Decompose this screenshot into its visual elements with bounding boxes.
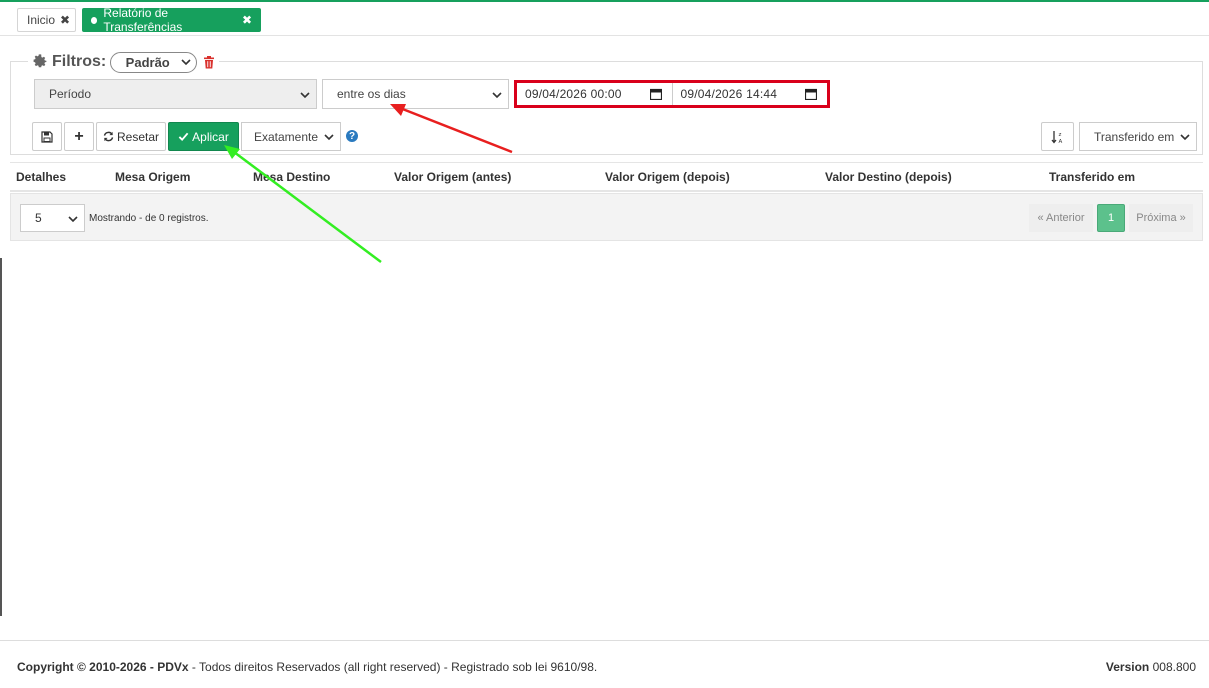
- chevron-down-icon: [181, 58, 191, 65]
- filter-field-value: Período: [49, 87, 92, 101]
- match-mode-value: Exatamente: [254, 129, 319, 144]
- page-size-select[interactable]: 5: [20, 204, 85, 232]
- column-header[interactable]: Valor Origem (depois): [605, 170, 730, 184]
- copyright-text: Copyright © 2010-2026 - PDVx - Todos dir…: [17, 660, 597, 674]
- date-from-input[interactable]: 09/04/2026 00:00: [517, 83, 673, 105]
- trash-icon[interactable]: [203, 55, 215, 69]
- filters-legend: Filtros: Padrão: [28, 51, 220, 73]
- sort-direction-button[interactable]: zA: [1041, 122, 1074, 151]
- copyright-bold: Copyright © 2010-2026 - PDVx: [17, 660, 189, 674]
- date-range-highlight: 09/04/2026 00:00 09/04/2026 14:44: [514, 80, 830, 108]
- match-mode-select[interactable]: Exatamente: [241, 122, 341, 151]
- reset-label: Resetar: [116, 129, 160, 144]
- apply-label: Aplicar: [192, 129, 229, 144]
- tab-relatorio-transferencias[interactable]: Relatório de Transferências ✖: [82, 6, 261, 34]
- tab-inicio[interactable]: Inicio ✖: [17, 8, 76, 32]
- save-filter-button[interactable]: [32, 122, 62, 151]
- active-dot-icon: [91, 16, 98, 24]
- help-icon[interactable]: ?: [346, 130, 358, 142]
- refresh-icon: [103, 131, 114, 142]
- column-header[interactable]: Valor Destino (depois): [825, 170, 952, 184]
- page-1-button[interactable]: 1: [1097, 204, 1125, 232]
- column-header[interactable]: Mesa Origem: [115, 170, 190, 184]
- chevron-down-icon: [68, 216, 78, 223]
- footer: Copyright © 2010-2026 - PDVx - Todos dir…: [0, 640, 1209, 688]
- chevron-down-icon: [300, 92, 310, 99]
- date-to-value: 09/04/2026 14:44: [680, 87, 778, 101]
- filters-title: Filtros:: [52, 53, 107, 70]
- sort-field-select[interactable]: Transferido em: [1079, 122, 1197, 151]
- tab-bar: Inicio ✖ Relatório de Transferências ✖: [0, 0, 1209, 36]
- sort-alpha-icon: zA: [1050, 130, 1062, 144]
- chevron-down-icon: [1180, 134, 1190, 141]
- svg-text:A: A: [1058, 139, 1062, 144]
- column-header[interactable]: Transferido em: [1049, 170, 1135, 184]
- table-header: Detalhes Mesa Origem Mesa Destino Valor …: [10, 162, 1203, 192]
- save-icon: [41, 130, 53, 143]
- check-icon: [178, 132, 189, 142]
- sort-field-value: Transferido em: [1094, 129, 1175, 144]
- column-header[interactable]: Mesa Destino: [253, 170, 330, 184]
- page-size-value: 5: [35, 211, 42, 225]
- calendar-icon[interactable]: [805, 88, 817, 100]
- svg-text:z: z: [1058, 132, 1061, 138]
- column-header[interactable]: Valor Origem (antes): [394, 170, 511, 184]
- pagination-bar: 5 Mostrando - de 0 registros. « Anterior…: [10, 193, 1203, 241]
- version-number: 008.800: [1152, 660, 1196, 674]
- apply-button[interactable]: Aplicar: [168, 122, 239, 151]
- close-icon[interactable]: ✖: [242, 13, 252, 27]
- preset-value: Padrão: [125, 54, 170, 70]
- reset-button[interactable]: Resetar: [96, 122, 166, 151]
- version-label: Version: [1105, 660, 1150, 674]
- tab-label: Inicio: [27, 13, 56, 27]
- chevron-down-icon: [492, 92, 502, 99]
- filter-operator-select[interactable]: entre os dias: [322, 79, 509, 109]
- chevron-down-icon: [324, 134, 334, 141]
- close-icon[interactable]: ✖: [60, 13, 70, 27]
- date-from-value: 09/04/2026 00:00: [525, 87, 622, 101]
- calendar-icon[interactable]: [649, 88, 662, 100]
- copyright-rest: - Todos direitos Reservados (all right r…: [188, 660, 598, 674]
- previous-page-button[interactable]: « Anterior: [1029, 204, 1093, 232]
- date-to-input[interactable]: 09/04/2026 14:44: [673, 83, 828, 105]
- add-filter-button[interactable]: +: [64, 122, 94, 151]
- tab-label: Relatório de Transferências: [103, 6, 183, 34]
- gear-icon: [33, 54, 47, 68]
- filter-operator-value: entre os dias: [337, 87, 406, 101]
- filter-field-select[interactable]: Período: [34, 79, 317, 109]
- version-text: Version 008.800: [1106, 660, 1196, 674]
- next-page-button[interactable]: Próxima »: [1129, 204, 1193, 232]
- plus-icon: +: [74, 127, 84, 145]
- left-edge-divider: [0, 258, 2, 616]
- column-header[interactable]: Detalhes: [16, 170, 66, 184]
- filter-preset-select[interactable]: Padrão: [110, 51, 198, 73]
- records-summary: Mostrando - de 0 registros.: [89, 213, 209, 224]
